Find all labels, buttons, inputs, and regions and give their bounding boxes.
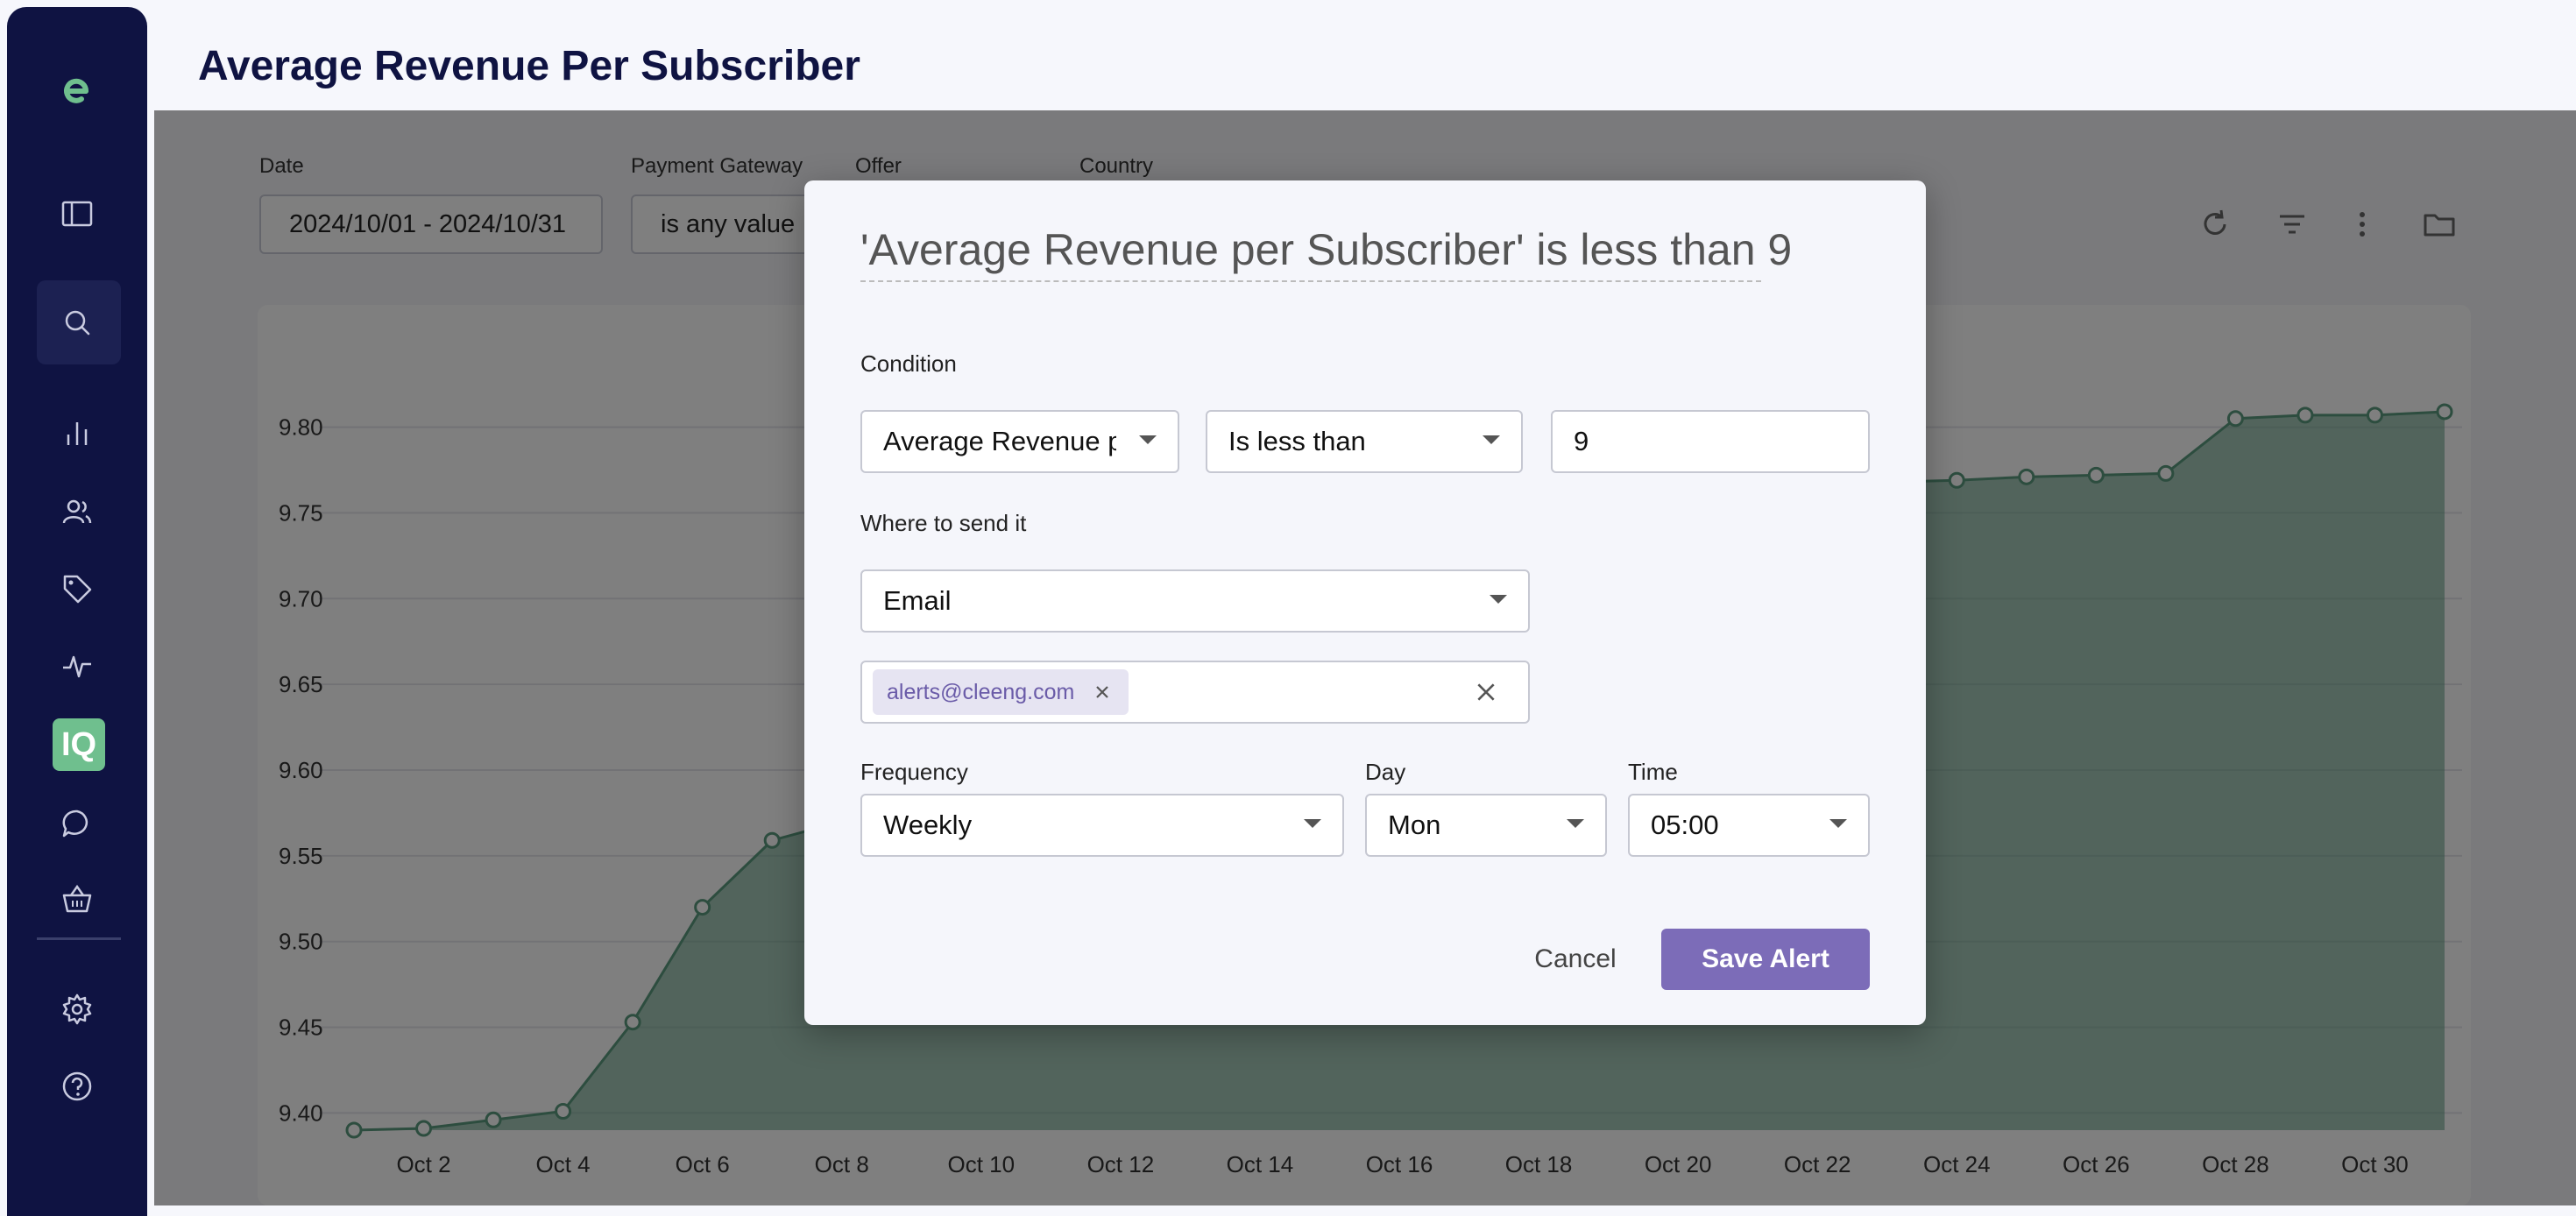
search-icon[interactable] [7, 296, 147, 349]
email-recipients-field[interactable]: alerts@cleeng.com [860, 661, 1530, 724]
alert-dialog: 'Average Revenue per Subscriber' is less… [804, 180, 1926, 1025]
cancel-button[interactable]: Cancel [1514, 929, 1637, 990]
email-chip-label: alerts@cleeng.com [887, 679, 1075, 704]
condition-label: Condition [860, 350, 957, 377]
users-icon[interactable] [7, 485, 147, 538]
clear-icon[interactable] [1472, 678, 1500, 706]
save-alert-button[interactable]: Save Alert [1661, 929, 1870, 990]
chevron-down-icon [1829, 819, 1847, 828]
sidebar-divider [37, 937, 121, 940]
chevron-down-icon [1567, 819, 1584, 828]
threshold-value: 9 [1574, 426, 1589, 456]
destination-select[interactable]: Email [860, 569, 1530, 633]
logo-icon[interactable] [7, 65, 147, 117]
threshold-input[interactable]: 9 [1551, 410, 1870, 473]
frequency-label: Frequency [860, 759, 968, 785]
remove-chip-icon[interactable] [1093, 683, 1111, 701]
time-select[interactable]: 05:00 [1628, 794, 1870, 857]
frequency-value: Weekly [883, 809, 973, 840]
tag-icon[interactable] [7, 562, 147, 615]
bar-chart-icon[interactable] [7, 408, 147, 461]
sidebar: IQ [7, 7, 147, 1216]
day-label: Day [1365, 759, 1406, 785]
email-chip: alerts@cleeng.com [873, 669, 1129, 715]
chevron-down-icon [1483, 435, 1500, 444]
operator-select[interactable]: Is less than [1206, 410, 1523, 473]
metric-select[interactable]: Average Revenue per Subscriber [860, 410, 1179, 473]
page-title: Average Revenue Per Subscriber [198, 43, 860, 89]
destination-label: Where to send it [860, 510, 1027, 536]
day-select[interactable]: Mon [1365, 794, 1607, 857]
time-label: Time [1628, 759, 1678, 785]
gear-icon[interactable] [7, 983, 147, 1036]
alert-title-field[interactable]: 'Average Revenue per Subscriber' is less… [860, 224, 1792, 282]
iq-icon[interactable]: IQ [53, 718, 105, 771]
chat-icon[interactable] [7, 797, 147, 850]
activity-icon[interactable] [7, 640, 147, 692]
destination-value: Email [883, 585, 952, 616]
operator-select-value: Is less than [1228, 426, 1366, 456]
time-value: 05:00 [1651, 809, 1719, 840]
day-value: Mon [1388, 809, 1441, 840]
help-icon[interactable] [7, 1060, 147, 1113]
metric-select-value: Average Revenue per Subscriber [883, 426, 1116, 456]
frequency-select[interactable]: Weekly [860, 794, 1344, 857]
sidebar-toggle-icon[interactable] [7, 187, 147, 240]
chevron-down-icon [1304, 819, 1321, 828]
chevron-down-icon [1139, 435, 1157, 444]
basket-icon[interactable] [7, 873, 147, 925]
chevron-down-icon [1490, 595, 1507, 604]
